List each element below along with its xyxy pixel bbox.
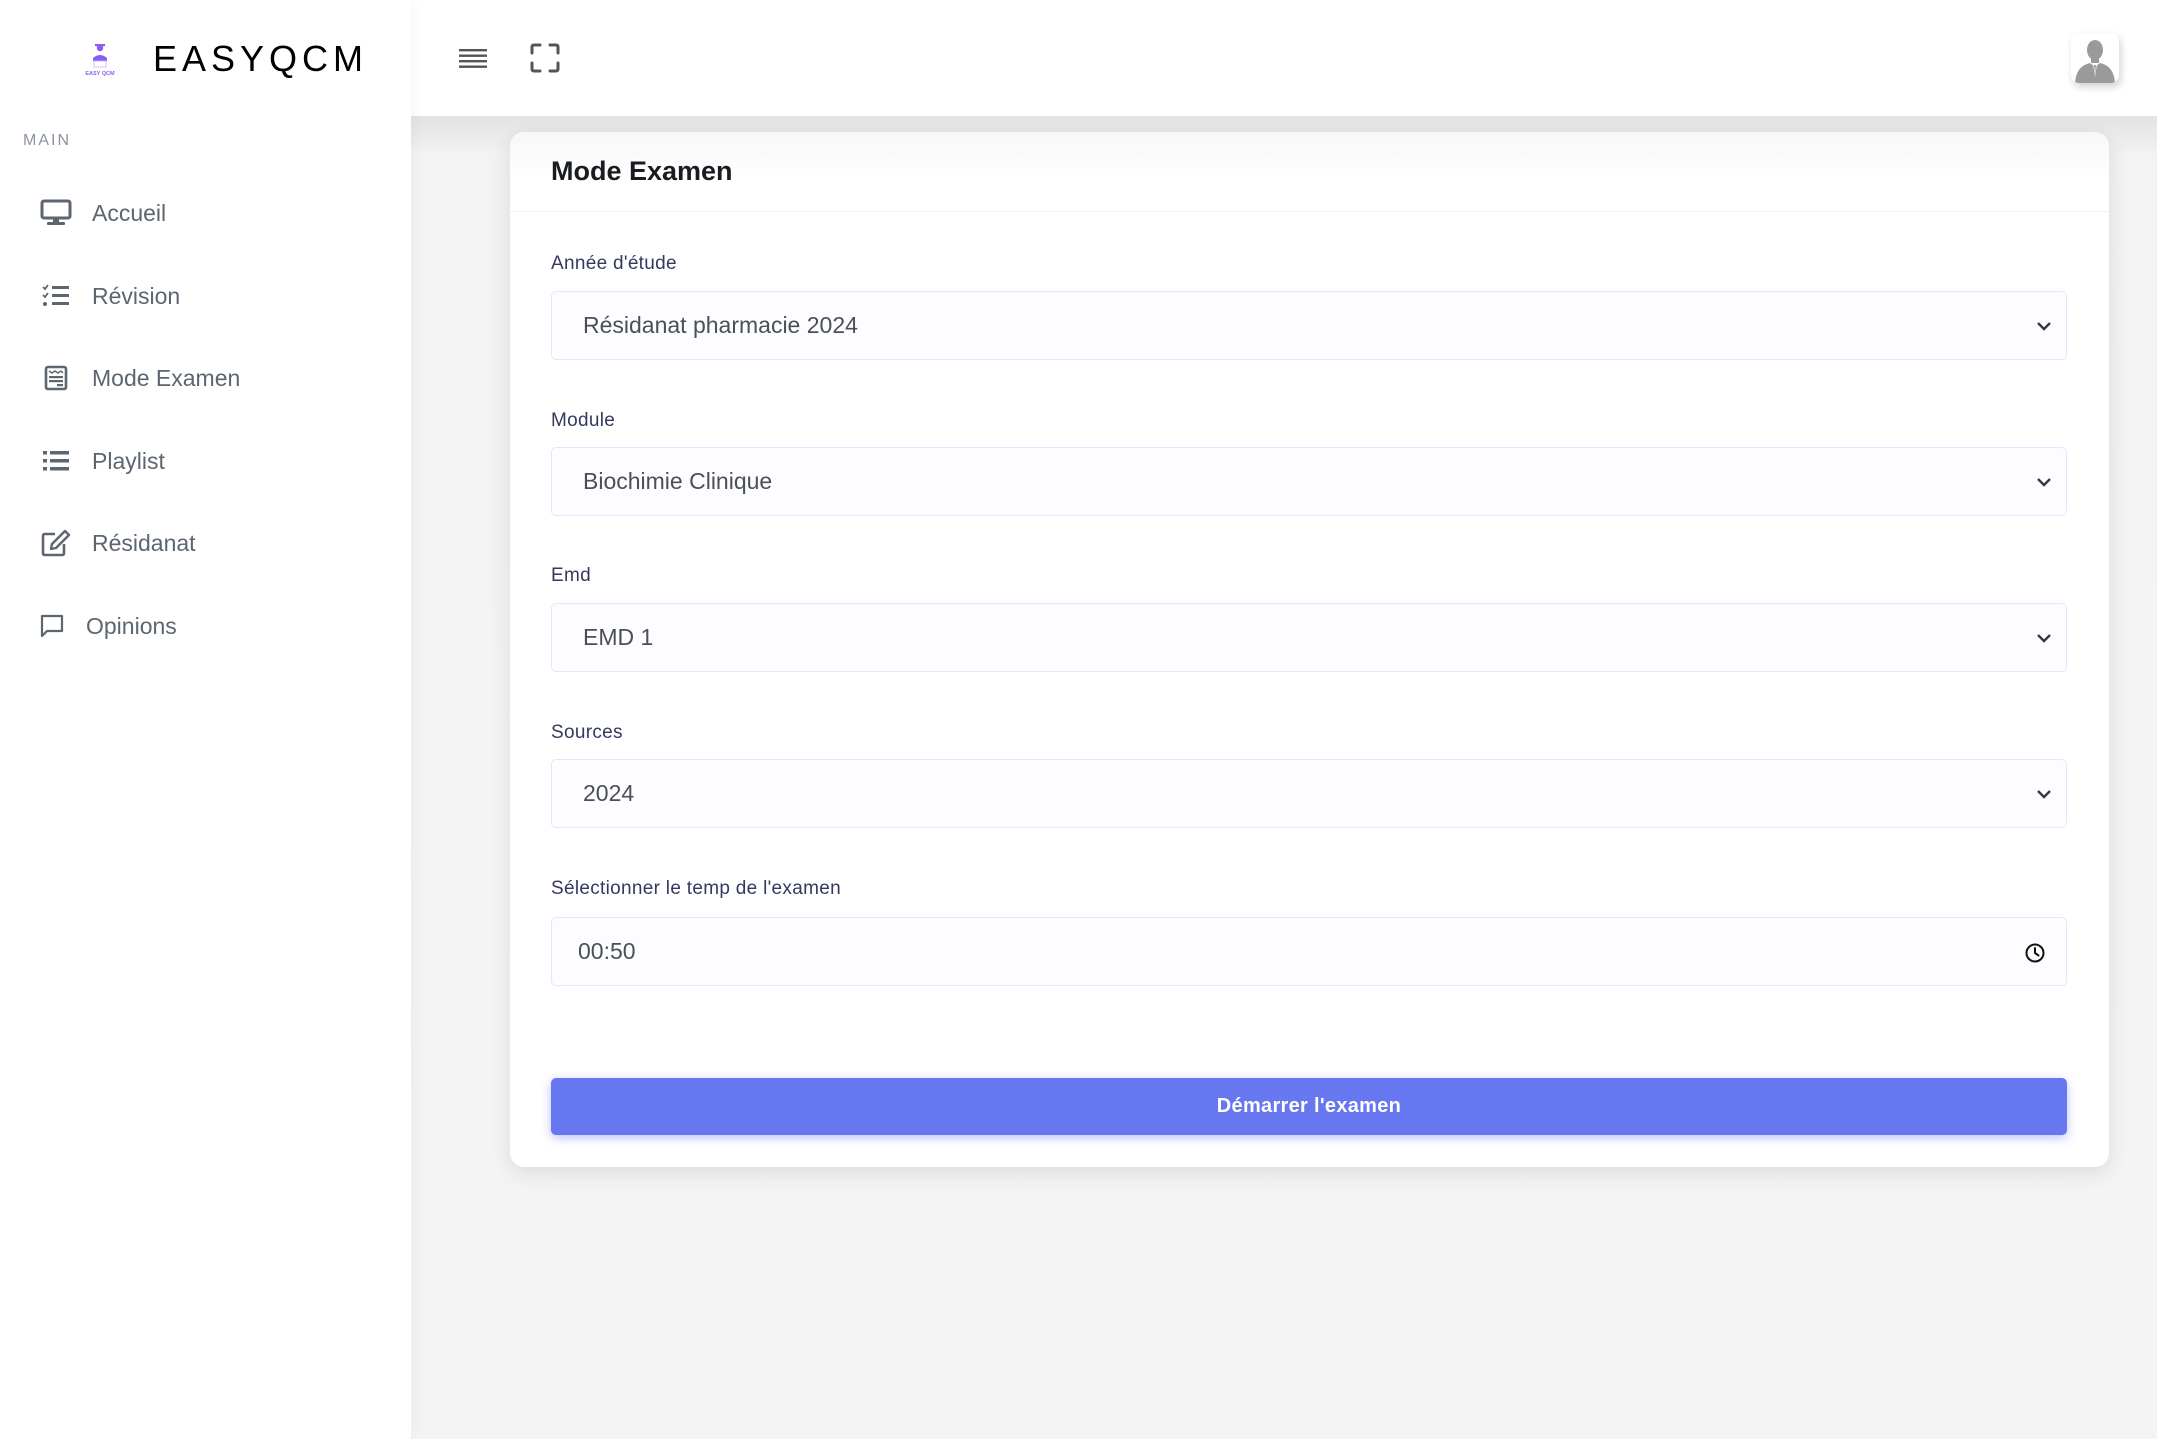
sidebar-item-residanat[interactable]: Résidanat bbox=[0, 513, 411, 573]
exam-time-value: 00:50 bbox=[578, 938, 636, 964]
fullscreen-icon bbox=[530, 43, 560, 73]
logo-icon: EASY QCM bbox=[85, 44, 115, 77]
card-header: Mode Examen bbox=[510, 132, 2109, 212]
edit-icon bbox=[40, 527, 72, 559]
chevron-down-icon bbox=[2037, 634, 2051, 643]
comment-icon bbox=[36, 610, 68, 642]
clock-icon[interactable] bbox=[2024, 942, 2046, 964]
exam-calendar-icon bbox=[40, 362, 72, 394]
chevron-down-icon bbox=[2037, 478, 2051, 487]
hamburger-icon bbox=[459, 49, 487, 68]
brand[interactable]: EASY QCM EASYQCM bbox=[0, 0, 411, 116]
sidebar-item-opinions[interactable]: Opinions bbox=[0, 596, 411, 656]
sidebar-item-label: Opinions bbox=[86, 612, 177, 639]
exam-time-input[interactable]: 00:50 bbox=[551, 917, 2067, 986]
exam-time-label: Sélectionner le temp de l'examen bbox=[551, 878, 841, 899]
chevron-down-icon bbox=[2037, 322, 2051, 331]
sidebar-item-label: Révision bbox=[92, 282, 181, 309]
checklist-icon bbox=[40, 280, 72, 312]
study-year-value: Résidanat pharmacie 2024 bbox=[583, 312, 858, 338]
module-select[interactable]: Biochimie Clinique bbox=[551, 447, 2067, 516]
sidebar-item-mode-examen[interactable]: Mode Examen bbox=[0, 348, 411, 408]
fullscreen-button[interactable] bbox=[527, 40, 563, 76]
menu-toggle-button[interactable] bbox=[455, 40, 491, 76]
emd-select[interactable]: EMD 1 bbox=[551, 603, 2067, 672]
emd-label: Emd bbox=[551, 565, 591, 586]
study-year-select[interactable]: Résidanat pharmacie 2024 bbox=[551, 291, 2067, 360]
sidebar-item-playlist[interactable]: Playlist bbox=[0, 431, 411, 491]
start-exam-button[interactable]: Démarrer l'examen bbox=[551, 1078, 2067, 1135]
page-title: Mode Examen bbox=[551, 156, 733, 186]
sources-select[interactable]: 2024 bbox=[551, 759, 2067, 828]
study-year-label: Année d'étude bbox=[551, 253, 677, 274]
list-icon bbox=[40, 445, 72, 477]
user-avatar-icon bbox=[2075, 40, 2115, 83]
sources-label: Sources bbox=[551, 722, 623, 743]
sidebar-item-label: Accueil bbox=[92, 199, 167, 226]
module-label: Module bbox=[551, 410, 616, 431]
desktop-icon bbox=[40, 197, 72, 229]
user-avatar[interactable] bbox=[2071, 33, 2119, 83]
logo-caption: EASY QCM bbox=[85, 71, 115, 77]
sidebar: EASY QCM EASYQCM MAIN Accueil Révision M… bbox=[0, 0, 411, 1439]
module-value: Biochimie Clinique bbox=[583, 468, 773, 494]
sidebar-item-label: Résidanat bbox=[92, 529, 196, 556]
menu-section-header: MAIN bbox=[23, 132, 71, 149]
sidebar-item-label: Playlist bbox=[92, 447, 165, 474]
sidebar-item-accueil[interactable]: Accueil bbox=[0, 183, 411, 243]
sidebar-item-revision[interactable]: Révision bbox=[0, 266, 411, 326]
top-navbar bbox=[411, 0, 2157, 116]
exam-mode-card: Mode Examen Année d'étude Résidanat phar… bbox=[510, 132, 2109, 1167]
main-content: Mode Examen Année d'étude Résidanat phar… bbox=[411, 116, 2157, 1439]
emd-value: EMD 1 bbox=[583, 624, 654, 650]
brand-name: EASYQCM bbox=[153, 38, 369, 79]
chevron-down-icon bbox=[2037, 790, 2051, 799]
sidebar-item-label: Mode Examen bbox=[92, 364, 241, 391]
sources-value: 2024 bbox=[583, 780, 635, 806]
